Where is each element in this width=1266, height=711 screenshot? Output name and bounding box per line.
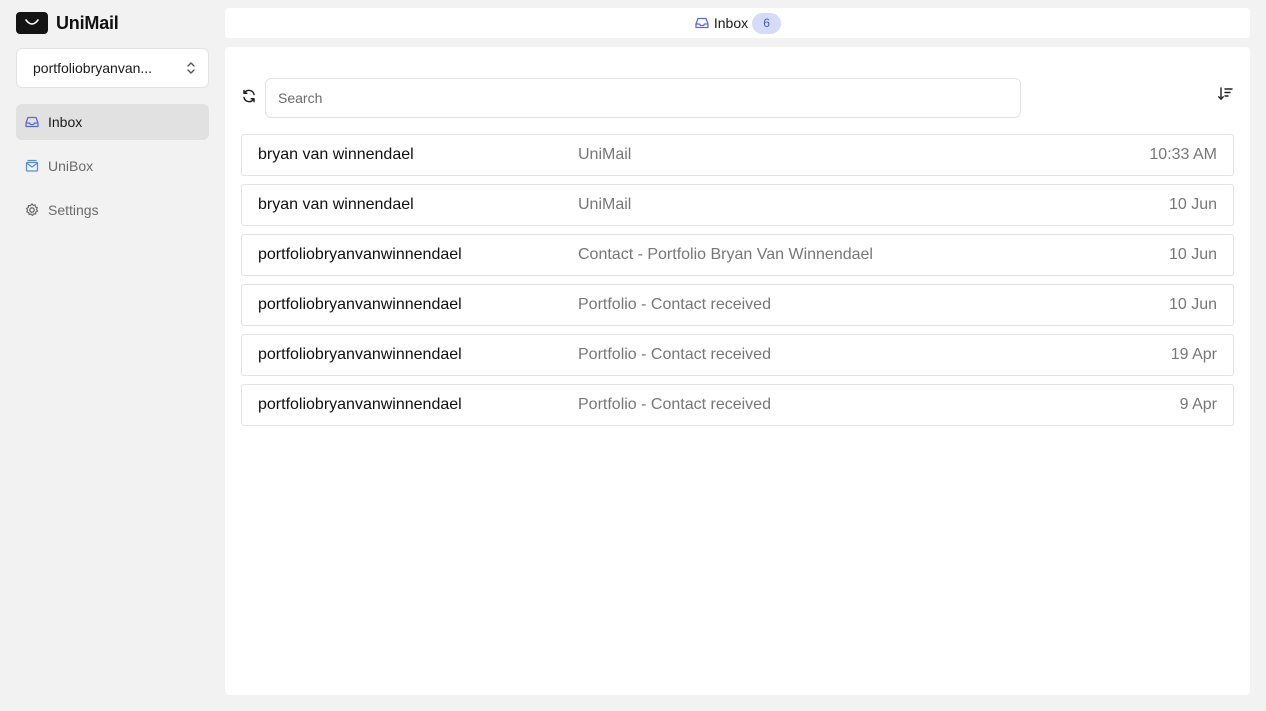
inbox-panel: bryan van winnendael UniMail 10:33 AM br…	[225, 47, 1250, 695]
email-date: 9 Apr	[1179, 396, 1217, 413]
email-subject: Portfolio - Contact received	[578, 296, 771, 313]
refresh-button[interactable]	[240, 89, 258, 107]
email-sender: bryan van winnendael	[258, 196, 414, 213]
account-selector-label: portfoliobryanvan...	[33, 60, 153, 76]
account-selector[interactable]: portfoliobryanvan...	[16, 48, 209, 88]
brand-name: UniMail	[56, 12, 119, 33]
email-date: 10 Jun	[1168, 246, 1217, 263]
refresh-icon	[241, 88, 257, 109]
inbox-icon	[694, 15, 710, 31]
email-sender: portfoliobryanvanwinnendael	[258, 246, 462, 263]
sort-descending-icon	[1217, 86, 1233, 107]
sidebar-item-unibox[interactable]: UniBox	[16, 148, 209, 184]
sidebar-item-settings[interactable]: Settings	[16, 192, 209, 228]
email-subject: Portfolio - Contact received	[578, 346, 771, 363]
sidebar-item-label: Inbox	[48, 114, 83, 130]
sidebar-nav: Inbox UniBox Settings	[16, 104, 209, 236]
sidebar-item-label: Settings	[48, 202, 99, 218]
sidebar-item-inbox[interactable]: Inbox	[16, 104, 209, 140]
sidebar-item-label: UniBox	[48, 158, 94, 174]
email-date: 19 Apr	[1170, 346, 1217, 363]
chevrons-up-down-icon	[184, 60, 198, 76]
email-sender: portfoliobryanvanwinnendael	[258, 296, 462, 313]
email-row[interactable]: portfoliobryanvanwinnendael Portfolio - …	[241, 384, 1234, 426]
sort-button[interactable]	[1217, 86, 1233, 107]
page-title: Inbox	[713, 15, 749, 31]
email-row[interactable]: portfoliobryanvanwinnendael Portfolio - …	[241, 284, 1234, 326]
mail-stack-icon	[24, 158, 40, 174]
email-date: 10:33 AM	[1149, 146, 1217, 163]
email-row[interactable]: bryan van winnendael UniMail 10 Jun	[241, 184, 1234, 226]
email-row[interactable]: portfoliobryanvanwinnendael Portfolio - …	[241, 334, 1234, 376]
email-subject: UniMail	[578, 196, 632, 213]
email-sender: bryan van winnendael	[258, 146, 414, 163]
email-subject: Portfolio - Contact received	[578, 396, 771, 413]
email-date: 10 Jun	[1168, 196, 1217, 213]
email-list: bryan van winnendael UniMail 10:33 AM br…	[241, 134, 1234, 434]
gear-icon	[24, 202, 40, 218]
email-subject: UniMail	[578, 146, 632, 163]
brand[interactable]: UniMail	[16, 12, 119, 34]
inbox-tray-icon	[16, 12, 48, 34]
email-subject: Contact - Portfolio Bryan Van Winnendael	[578, 246, 873, 263]
email-date: 10 Jun	[1168, 296, 1217, 313]
email-sender: portfoliobryanvanwinnendael	[258, 396, 462, 413]
inbox-icon	[24, 114, 40, 130]
email-sender: portfoliobryanvanwinnendael	[258, 346, 462, 363]
unread-count-badge: 6	[752, 12, 782, 34]
sidebar: UniMail portfoliobryanvan... Inbox UniBo…	[0, 0, 225, 711]
app-root: UniMail portfoliobryanvan... Inbox UniBo…	[0, 0, 1266, 711]
email-row[interactable]: portfoliobryanvanwinnendael Contact - Po…	[241, 234, 1234, 276]
top-bar: Inbox 6	[225, 8, 1250, 38]
email-row[interactable]: bryan van winnendael UniMail 10:33 AM	[241, 134, 1234, 176]
search-input[interactable]	[265, 78, 1021, 118]
